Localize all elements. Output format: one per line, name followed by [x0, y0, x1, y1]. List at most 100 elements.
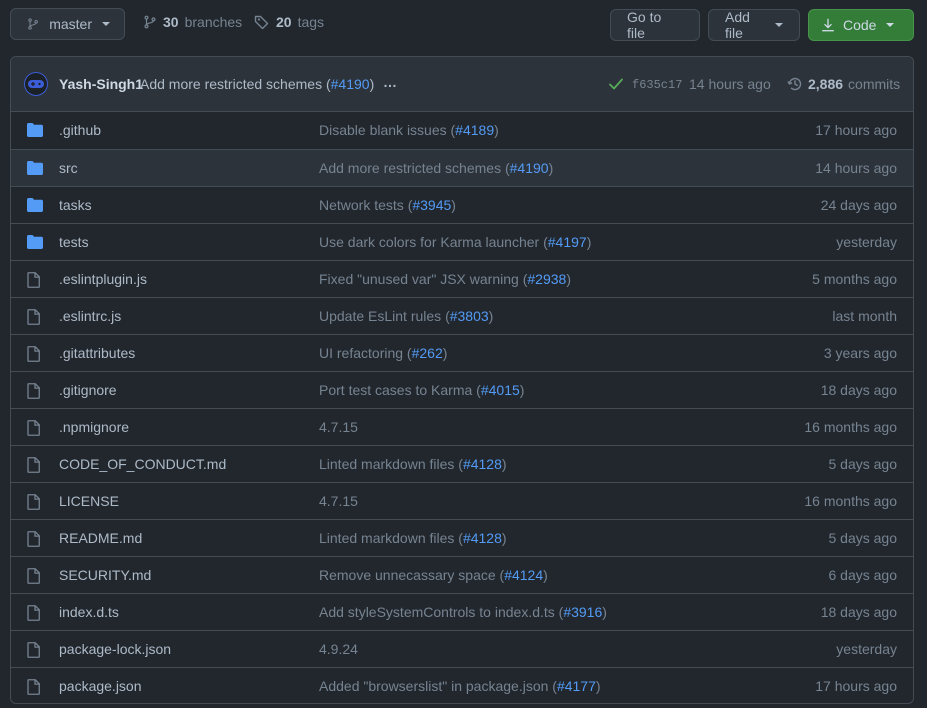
commit-pr-link[interactable]: #4015	[481, 382, 520, 398]
commit-message-text: Linted markdown files (	[319, 456, 463, 472]
file-commit-message[interactable]: Add more restricted schemes (#4190)	[319, 160, 553, 176]
code-button[interactable]: Code	[808, 9, 914, 41]
file-row[interactable]: package.json Added "browserslist" in pack…	[11, 667, 913, 703]
file-icon-wrap	[27, 272, 41, 291]
go-to-file-button[interactable]: Go to file	[610, 9, 700, 41]
file-name-link[interactable]: tests	[59, 234, 89, 250]
commit-message[interactable]: Add more restricted schemes (#4190)	[140, 76, 374, 92]
file-commit-message[interactable]: Linted markdown files (#4128)	[319, 530, 507, 546]
expand-commit-button[interactable]: …	[383, 74, 397, 90]
commit-pr-link[interactable]: #4190	[510, 160, 549, 176]
commit-message-end: )	[586, 234, 592, 250]
file-commit-message[interactable]: Disable blank issues (#4189)	[319, 122, 499, 138]
commit-pr-link[interactable]: #2938	[527, 271, 566, 287]
file-icon-wrap	[27, 383, 41, 402]
go-to-file-label: Go to file	[627, 9, 662, 41]
commit-message-text: 4.7.15	[319, 419, 358, 435]
commit-message-text: 4.9.24	[319, 641, 358, 657]
tags-link[interactable]: 20 tags	[254, 14, 324, 30]
commit-message-text: Port test cases to Karma (	[319, 382, 481, 398]
file-commit-message[interactable]: Fixed "unused var" JSX warning (#2938)	[319, 271, 571, 287]
file-row[interactable]: SECURITY.md Remove unnecassary space (#41…	[11, 556, 913, 593]
commit-pr-link[interactable]: #4197	[548, 234, 587, 250]
commit-message-end: )	[548, 160, 554, 176]
file-name-link[interactable]: .npmignore	[59, 419, 129, 435]
commits-count: 2,886	[808, 76, 844, 92]
commit-message-end: )	[566, 271, 571, 287]
commit-pr-link[interactable]: #3916	[563, 604, 602, 620]
file-row[interactable]: tasks Network tests (#3945) 24 days ago	[11, 186, 913, 223]
file-name-link[interactable]: src	[59, 160, 78, 176]
commit-message-end: )	[451, 197, 456, 213]
file-commit-message[interactable]: Remove unnecassary space (#4124)	[319, 567, 548, 583]
file-commit-time: 14 hours ago	[815, 160, 897, 176]
file-name-link[interactable]: LICENSE	[59, 493, 119, 509]
folder-icon	[27, 235, 43, 249]
commit-message-text: UI refactoring (	[319, 345, 412, 361]
file-name-link[interactable]: SECURITY.md	[59, 567, 151, 583]
file-commit-message[interactable]: Add styleSystemControls to index.d.ts (#…	[319, 604, 607, 620]
file-commit-message[interactable]: Update EsLint rules (#3803)	[319, 308, 493, 324]
file-commit-message[interactable]: Added "browserslist" in package.json (#4…	[319, 678, 601, 694]
file-row[interactable]: .gitattributes UI refactoring (#262) 3 yea…	[11, 334, 913, 371]
file-row[interactable]: src Add more restricted schemes (#4190) 14…	[11, 149, 913, 186]
folder-icon	[27, 161, 43, 175]
file-icon	[27, 309, 40, 325]
file-commit-message[interactable]: 4.7.15	[319, 419, 358, 435]
file-icon-wrap	[27, 420, 41, 439]
commits-history-link[interactable]: 2,886 commits	[787, 76, 900, 92]
branch-select-button[interactable]: master	[10, 8, 125, 40]
commit-pr-link[interactable]: #4189	[455, 122, 494, 138]
commit-message-text: Update EsLint rules (	[319, 308, 450, 324]
file-commit-message[interactable]: UI refactoring (#262)	[319, 345, 447, 361]
file-commit-time: 18 days ago	[820, 382, 897, 398]
file-name-link[interactable]: .eslintplugin.js	[59, 271, 147, 287]
file-commit-time: 3 years ago	[823, 345, 897, 361]
file-icon	[27, 679, 40, 695]
file-name-link[interactable]: CODE_OF_CONDUCT.md	[59, 456, 226, 472]
commit-pr-link[interactable]: #4128	[463, 456, 502, 472]
file-icon	[27, 420, 40, 436]
file-row[interactable]: .github Disable blank issues (#4189) 17 ho…	[11, 112, 913, 149]
commit-pr-link[interactable]: #4124	[504, 567, 543, 583]
file-commit-message[interactable]: Port test cases to Karma (#4015)	[319, 382, 524, 398]
commit-sha[interactable]: f635c17	[632, 78, 682, 92]
file-name-link[interactable]: .github	[59, 122, 101, 138]
file-commit-message[interactable]: Linted markdown files (#4128)	[319, 456, 507, 472]
commit-pr-link[interactable]: #4177	[557, 678, 596, 694]
file-name-link[interactable]: package.json	[59, 678, 142, 694]
file-name-link[interactable]: .gitattributes	[59, 345, 135, 361]
file-name-link[interactable]: .eslintrc.js	[59, 308, 121, 324]
file-name-link[interactable]: tasks	[59, 197, 92, 213]
file-commit-message[interactable]: 4.9.24	[319, 641, 358, 657]
commit-message-end: )	[595, 678, 601, 694]
commit-pr-link[interactable]: #4190	[331, 76, 370, 92]
commit-author[interactable]: Yash-Singh1	[59, 76, 143, 92]
file-row[interactable]: LICENSE 4.7.15 16 months ago	[11, 482, 913, 519]
file-row[interactable]: index.d.ts Add styleSystemControls to ind…	[11, 593, 913, 630]
file-row[interactable]: .npmignore 4.7.15 16 months ago	[11, 408, 913, 445]
file-commit-message[interactable]: Network tests (#3945)	[319, 197, 456, 213]
branches-link[interactable]: 30 branches	[143, 14, 242, 30]
file-name-link[interactable]: package-lock.json	[59, 641, 171, 657]
file-commit-message[interactable]: Use dark colors for Karma launcher (#419…	[319, 234, 591, 250]
add-file-button[interactable]: Add file	[708, 9, 800, 41]
file-row[interactable]: .eslintplugin.js Fixed "unused var" JSX w…	[11, 260, 913, 297]
file-row[interactable]: CODE_OF_CONDUCT.md Linted markdown files …	[11, 445, 913, 482]
commit-pr-link[interactable]: #3945	[412, 197, 451, 213]
file-row[interactable]: package-lock.json 4.9.24 yesterday	[11, 630, 913, 667]
file-name-link[interactable]: index.d.ts	[59, 604, 119, 620]
file-row[interactable]: tests Use dark colors for Karma launcher …	[11, 223, 913, 260]
file-row[interactable]: README.md Linted markdown files (#4128) 5 …	[11, 519, 913, 556]
file-icon-wrap	[27, 494, 41, 513]
commit-pr-link[interactable]: #4128	[463, 530, 502, 546]
file-commit-message[interactable]: 4.7.15	[319, 493, 358, 509]
file-row[interactable]: .eslintrc.js Update EsLint rules (#3803) l…	[11, 297, 913, 334]
file-row[interactable]: .gitignore Port test cases to Karma (#401…	[11, 371, 913, 408]
avatar[interactable]	[24, 72, 48, 96]
file-name-link[interactable]: README.md	[59, 530, 142, 546]
commit-message-text: 4.7.15	[319, 493, 358, 509]
file-name-link[interactable]: .gitignore	[59, 382, 117, 398]
commit-pr-link[interactable]: #3803	[450, 308, 489, 324]
commit-pr-link[interactable]: #262	[412, 345, 443, 361]
